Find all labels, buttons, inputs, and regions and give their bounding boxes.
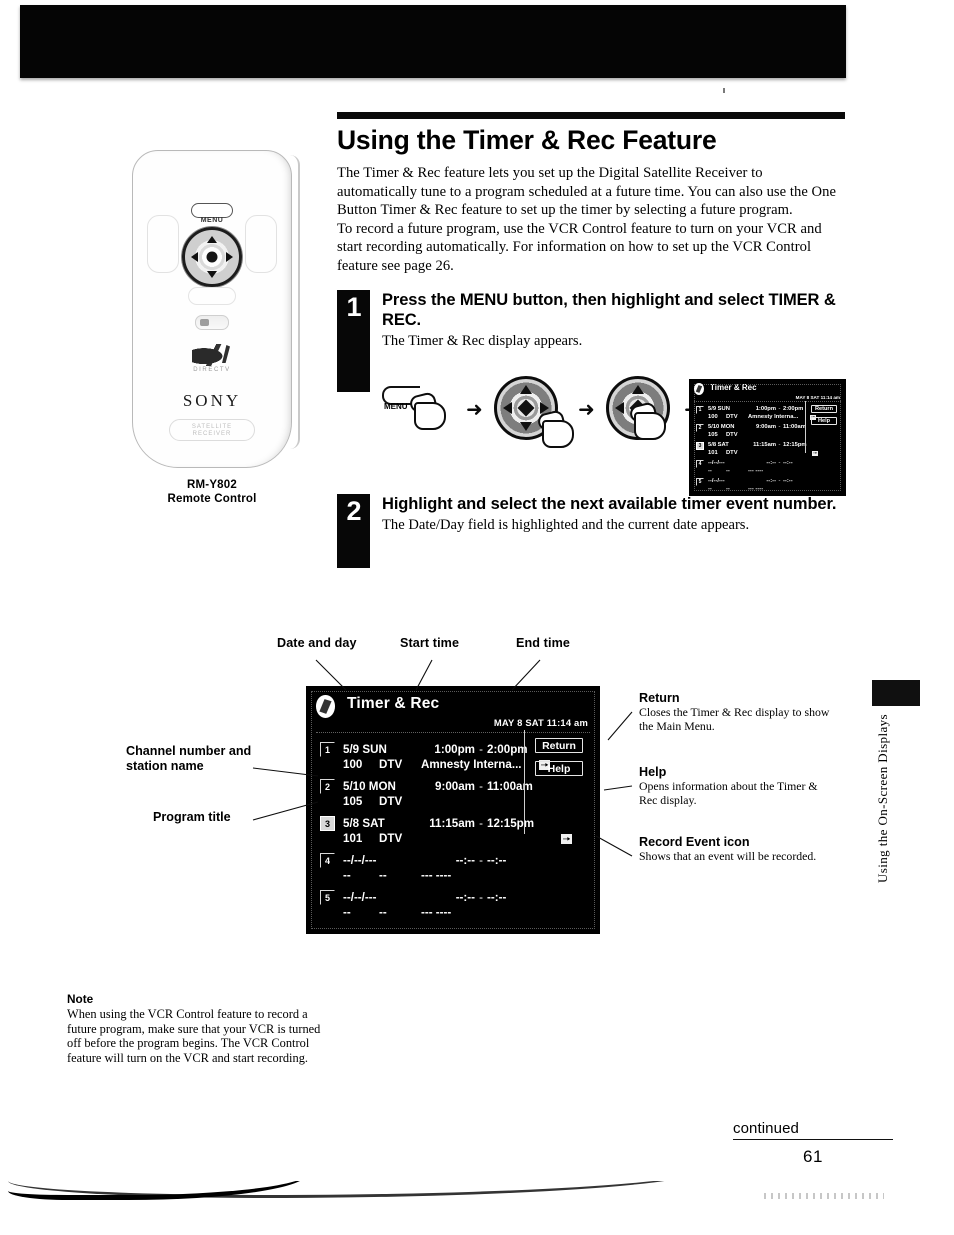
page-number: 61 <box>803 1147 823 1166</box>
note-body: When using the VCR Control feature to re… <box>67 1007 321 1065</box>
continued-label: continued <box>733 1120 799 1137</box>
side-tab-label: Using the On-Screen Displays <box>875 714 890 883</box>
callout-help-title: Help <box>639 765 667 779</box>
callout-record-event-desc: Shows that an event will be recorded. <box>639 849 817 863</box>
note-title: Note <box>67 992 94 1006</box>
callout-program-title: Program title <box>153 810 231 824</box>
callout-help: Help Opens information about the Timer &… <box>639 765 829 807</box>
side-tab-marker <box>872 680 920 706</box>
chapter-side-tab: Using the On-Screen Displays <box>872 680 920 883</box>
callout-start-time: Start time <box>400 636 460 650</box>
callout-return-desc: Closes the Timer & Rec display to show t… <box>639 705 830 733</box>
callout-end-time: End time <box>516 636 570 650</box>
callout-record-event-icon: Record Event icon Shows that an event wi… <box>639 835 829 864</box>
callout-help-desc: Opens information about the Timer & Rec … <box>639 779 818 807</box>
footer-rule <box>733 1139 893 1140</box>
callout-record-event-title: Record Event icon <box>639 835 750 849</box>
callout-date-and-day: Date and day <box>277 636 357 650</box>
callout-channel-number-and-station-name: Channel number and station name <box>126 744 252 773</box>
note-block: Note When using the VCR Control feature … <box>67 992 325 1065</box>
page-footer: continued 61 <box>733 1120 893 1167</box>
callout-return-title: Return <box>639 691 680 705</box>
callout-return: Return Closes the Timer & Rec display to… <box>639 691 839 733</box>
